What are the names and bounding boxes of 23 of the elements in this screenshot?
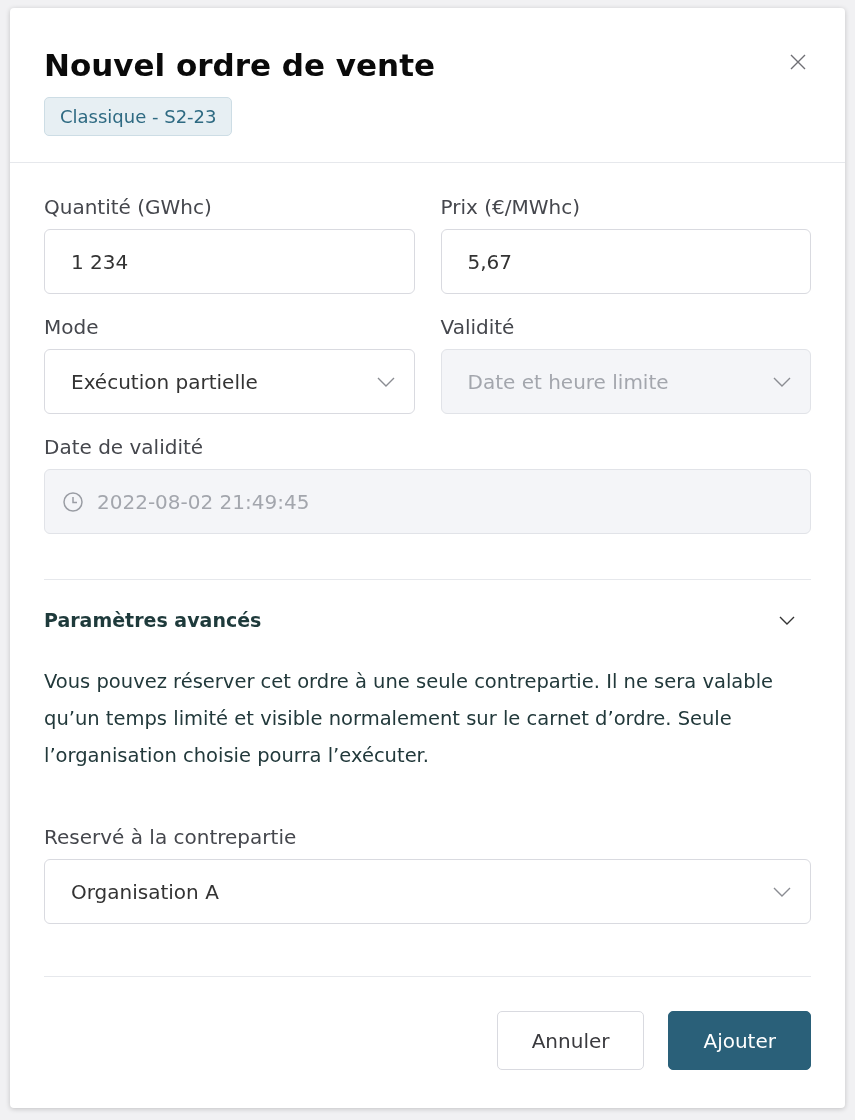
field-label: Reservé à la contrepartie — [44, 824, 298, 850]
field-label: Quantité (GWhc) — [44, 194, 213, 220]
text-input[interactable]: 1 234 — [44, 229, 415, 294]
outline-button[interactable]: Annuler — [496, 1011, 645, 1070]
chevron-down-icon — [376, 376, 395, 387]
field-label: Validité — [440, 314, 516, 340]
clock-icon — [63, 491, 83, 512]
chevron-down-icon — [779, 615, 795, 625]
dropdown[interactable]: Exécution partielle — [44, 349, 415, 414]
close-button[interactable] — [790, 54, 806, 70]
primary-button[interactable]: Ajouter — [668, 1011, 811, 1070]
dropdown[interactable]: Organisation A — [44, 859, 811, 924]
chevron-down-icon — [773, 376, 791, 387]
text-input[interactable]: 5,67 — [440, 229, 811, 294]
dialog-title: Nouvel ordre de vente — [44, 46, 435, 85]
chevron-down-icon — [773, 886, 791, 897]
field-label: Mode — [44, 314, 100, 340]
field-label: Prix (€/MWhc) — [440, 194, 581, 220]
description-text: Vous pouvez réserver cet ordre à une seule contrepartie. Il ne sera valable qu’un temps limité et visible normalement sur le carnet d’ordre. Seule l’organisation choisie pourra l’exécuter. — [44, 669, 775, 769]
collapse-header[interactable]: Paramètres avancés — [44, 607, 811, 633]
series-tag: Classique - S2-23 — [44, 97, 233, 136]
close-icon — [790, 54, 806, 70]
field-label: Date de validité — [44, 434, 205, 460]
